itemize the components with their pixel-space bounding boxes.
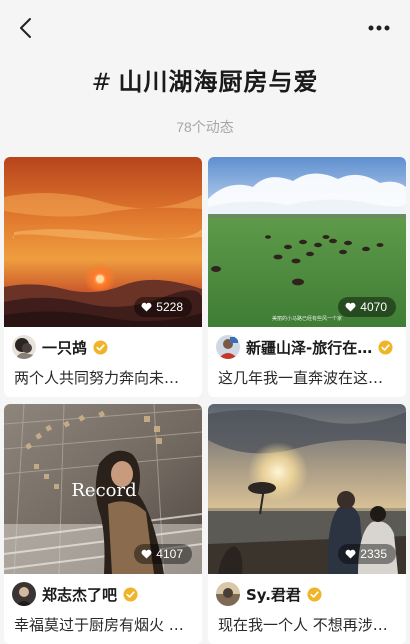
post-card[interactable]: 美丽的小马路已经有些风一个家 4070 新疆山泽-旅行在… 这几年我一直奔波在这… — [208, 157, 406, 397]
post-card[interactable]: 2335 Sy.君君 现在我一个人 不想再涉… — [208, 404, 406, 644]
like-count[interactable]: 5228 — [134, 297, 192, 317]
heart-icon — [345, 302, 356, 312]
post-count: 78个动态 — [176, 119, 234, 135]
more-button[interactable] — [364, 16, 394, 40]
chevron-left-icon — [20, 18, 31, 38]
post-author[interactable]: Sy.君君 — [216, 582, 400, 606]
post-author[interactable]: 郑志杰了吧 — [12, 582, 196, 606]
verified-badge-icon — [123, 586, 138, 602]
like-count-value: 2335 — [360, 547, 387, 561]
like-count[interactable]: 2335 — [338, 544, 396, 564]
post-author[interactable]: 一只鸪 — [12, 335, 196, 359]
like-count-value: 4107 — [156, 547, 183, 561]
post-card[interactable]: Record 4107 郑志杰了吧 幸福莫过于厨房有烟火 … — [4, 404, 202, 644]
heart-icon — [141, 302, 152, 312]
back-button[interactable] — [12, 14, 38, 42]
like-count[interactable]: 4107 — [134, 544, 192, 564]
avatar[interactable] — [216, 582, 240, 606]
more-dots-icon — [368, 25, 390, 31]
post-author[interactable]: 新疆山泽-旅行在… — [216, 335, 400, 359]
image-text: Record — [71, 480, 136, 501]
post-image-grassland[interactable]: 美丽的小马路已经有些风一个家 4070 — [208, 157, 406, 327]
avatar[interactable] — [12, 582, 36, 606]
hashtag-symbol: # — [91, 68, 113, 96]
top-bar — [0, 0, 410, 58]
topic-title-text: 山川湖海厨房与爱 — [118, 68, 319, 96]
author-name[interactable]: 一只鸪 — [42, 337, 87, 358]
verified-badge-icon — [307, 586, 322, 602]
post-caption[interactable]: 现在我一个人 不想再涉… — [218, 614, 398, 635]
post-caption[interactable]: 两个人共同努力奔向未… — [14, 367, 194, 388]
avatar[interactable] — [12, 335, 36, 359]
heart-icon — [141, 549, 152, 559]
like-count-value: 4070 — [360, 300, 387, 314]
post-image-record[interactable]: Record 4107 — [4, 404, 202, 574]
post-caption[interactable]: 这几年我一直奔波在这… — [218, 367, 398, 388]
like-count-value: 5228 — [156, 300, 183, 314]
verified-badge-icon — [378, 339, 393, 355]
topic-title: # 山川湖海厨房与爱 — [91, 68, 318, 96]
topic-header: # 山川湖海厨房与爱 — [0, 62, 410, 97]
post-card[interactable]: 5228 一只鸪 两个人共同努力奔向未… — [4, 157, 202, 397]
image-watermark: 美丽的小马路已经有些风一个家 — [272, 315, 342, 322]
post-image-sunset[interactable]: 5228 — [4, 157, 202, 327]
post-caption[interactable]: 幸福莫过于厨房有烟火 … — [14, 614, 194, 635]
author-name[interactable]: 新疆山泽-旅行在… — [246, 337, 372, 358]
post-image-lakeside[interactable]: 2335 — [208, 404, 406, 574]
heart-icon — [345, 549, 356, 559]
avatar[interactable] — [216, 335, 240, 359]
verified-badge-icon — [93, 339, 108, 355]
author-name[interactable]: 郑志杰了吧 — [42, 584, 117, 605]
author-name[interactable]: Sy.君君 — [246, 584, 301, 605]
like-count[interactable]: 4070 — [338, 297, 396, 317]
